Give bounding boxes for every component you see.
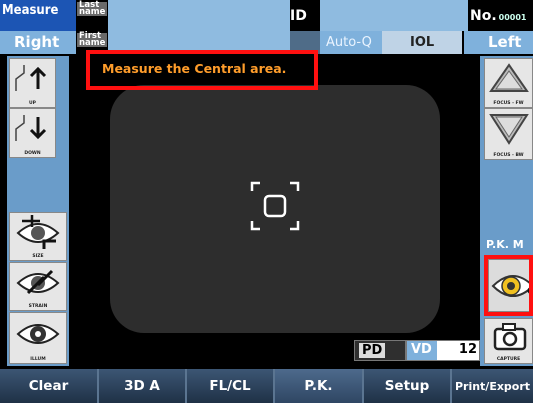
focus-fw-button[interactable]: FOCUS - FW	[484, 58, 533, 108]
focus-fw-caption: FOCUS - FW	[493, 101, 524, 106]
down-arrow-icon	[15, 115, 47, 141]
no-value: 00001	[498, 13, 527, 22]
vd-readout[interactable]: VD 12	[406, 340, 480, 361]
size-button[interactable]: SIZE	[9, 212, 67, 261]
eye-illum-icon	[16, 324, 60, 344]
instruction-message: Measure the Central area.	[86, 50, 318, 90]
focus-bw-caption: FOCUS - BW	[493, 153, 524, 158]
focus-target-icon	[250, 181, 300, 231]
eye-size-icon	[16, 215, 60, 249]
down-caption: DOWN	[24, 151, 41, 156]
setup-button[interactable]: Setup	[364, 369, 452, 403]
pd-readout[interactable]: PD	[354, 340, 406, 361]
fl-cl-button[interactable]: FL/CL	[187, 369, 275, 403]
illum-caption: ILLUM	[30, 357, 46, 362]
left-eye-tab[interactable]: Left	[464, 31, 533, 54]
vd-label: VD	[407, 341, 437, 360]
measure-tab[interactable]: Measure	[0, 0, 76, 31]
capture-button[interactable]: CAPTURE	[484, 318, 533, 364]
iol-button[interactable]: IOL	[382, 31, 462, 54]
vd-value: 12	[458, 342, 477, 357]
3d-a-button[interactable]: 3D A	[99, 369, 187, 403]
camera-viewport[interactable]	[110, 85, 440, 333]
bottom-toolbar: Clear 3D A FL/CL P.K. Setup Print/Export	[0, 369, 533, 403]
right-eye-tab[interactable]: Right	[0, 31, 76, 54]
clear-button[interactable]: Clear	[0, 369, 99, 403]
last-name-field[interactable]	[108, 0, 290, 31]
triangle-up-icon	[489, 63, 529, 92]
last-name-label: Last name	[77, 0, 107, 17]
id-label: ID	[290, 0, 320, 31]
first-name-label: First name	[77, 31, 107, 48]
down-button[interactable]: DOWN	[9, 108, 56, 158]
eye-strain-icon	[16, 269, 60, 295]
patient-number: No. 00001	[468, 0, 533, 31]
id-field[interactable]	[320, 0, 468, 31]
pk-mode-label: P.K. M	[480, 237, 533, 253]
up-button[interactable]: UP	[9, 58, 56, 108]
print-export-button[interactable]: Print/Export	[452, 369, 533, 403]
pk-mode-highlight	[484, 255, 533, 316]
pk-button[interactable]: P.K.	[275, 369, 364, 403]
auto-q-button[interactable]: Auto-Q	[320, 31, 382, 54]
triangle-down-icon	[489, 114, 529, 145]
strain-button[interactable]: STRAIN	[9, 262, 67, 311]
up-caption: UP	[29, 101, 36, 106]
camera-icon	[493, 323, 527, 351]
focus-bw-button[interactable]: FOCUS - BW	[484, 108, 533, 160]
no-label: No.	[470, 8, 497, 24]
up-arrow-icon	[15, 65, 47, 91]
illum-button[interactable]: ILLUM	[9, 312, 67, 364]
size-caption: SIZE	[32, 254, 44, 259]
capture-caption: CAPTURE	[496, 357, 521, 362]
pd-label: PD	[359, 343, 386, 358]
strain-caption: STRAIN	[28, 304, 48, 309]
